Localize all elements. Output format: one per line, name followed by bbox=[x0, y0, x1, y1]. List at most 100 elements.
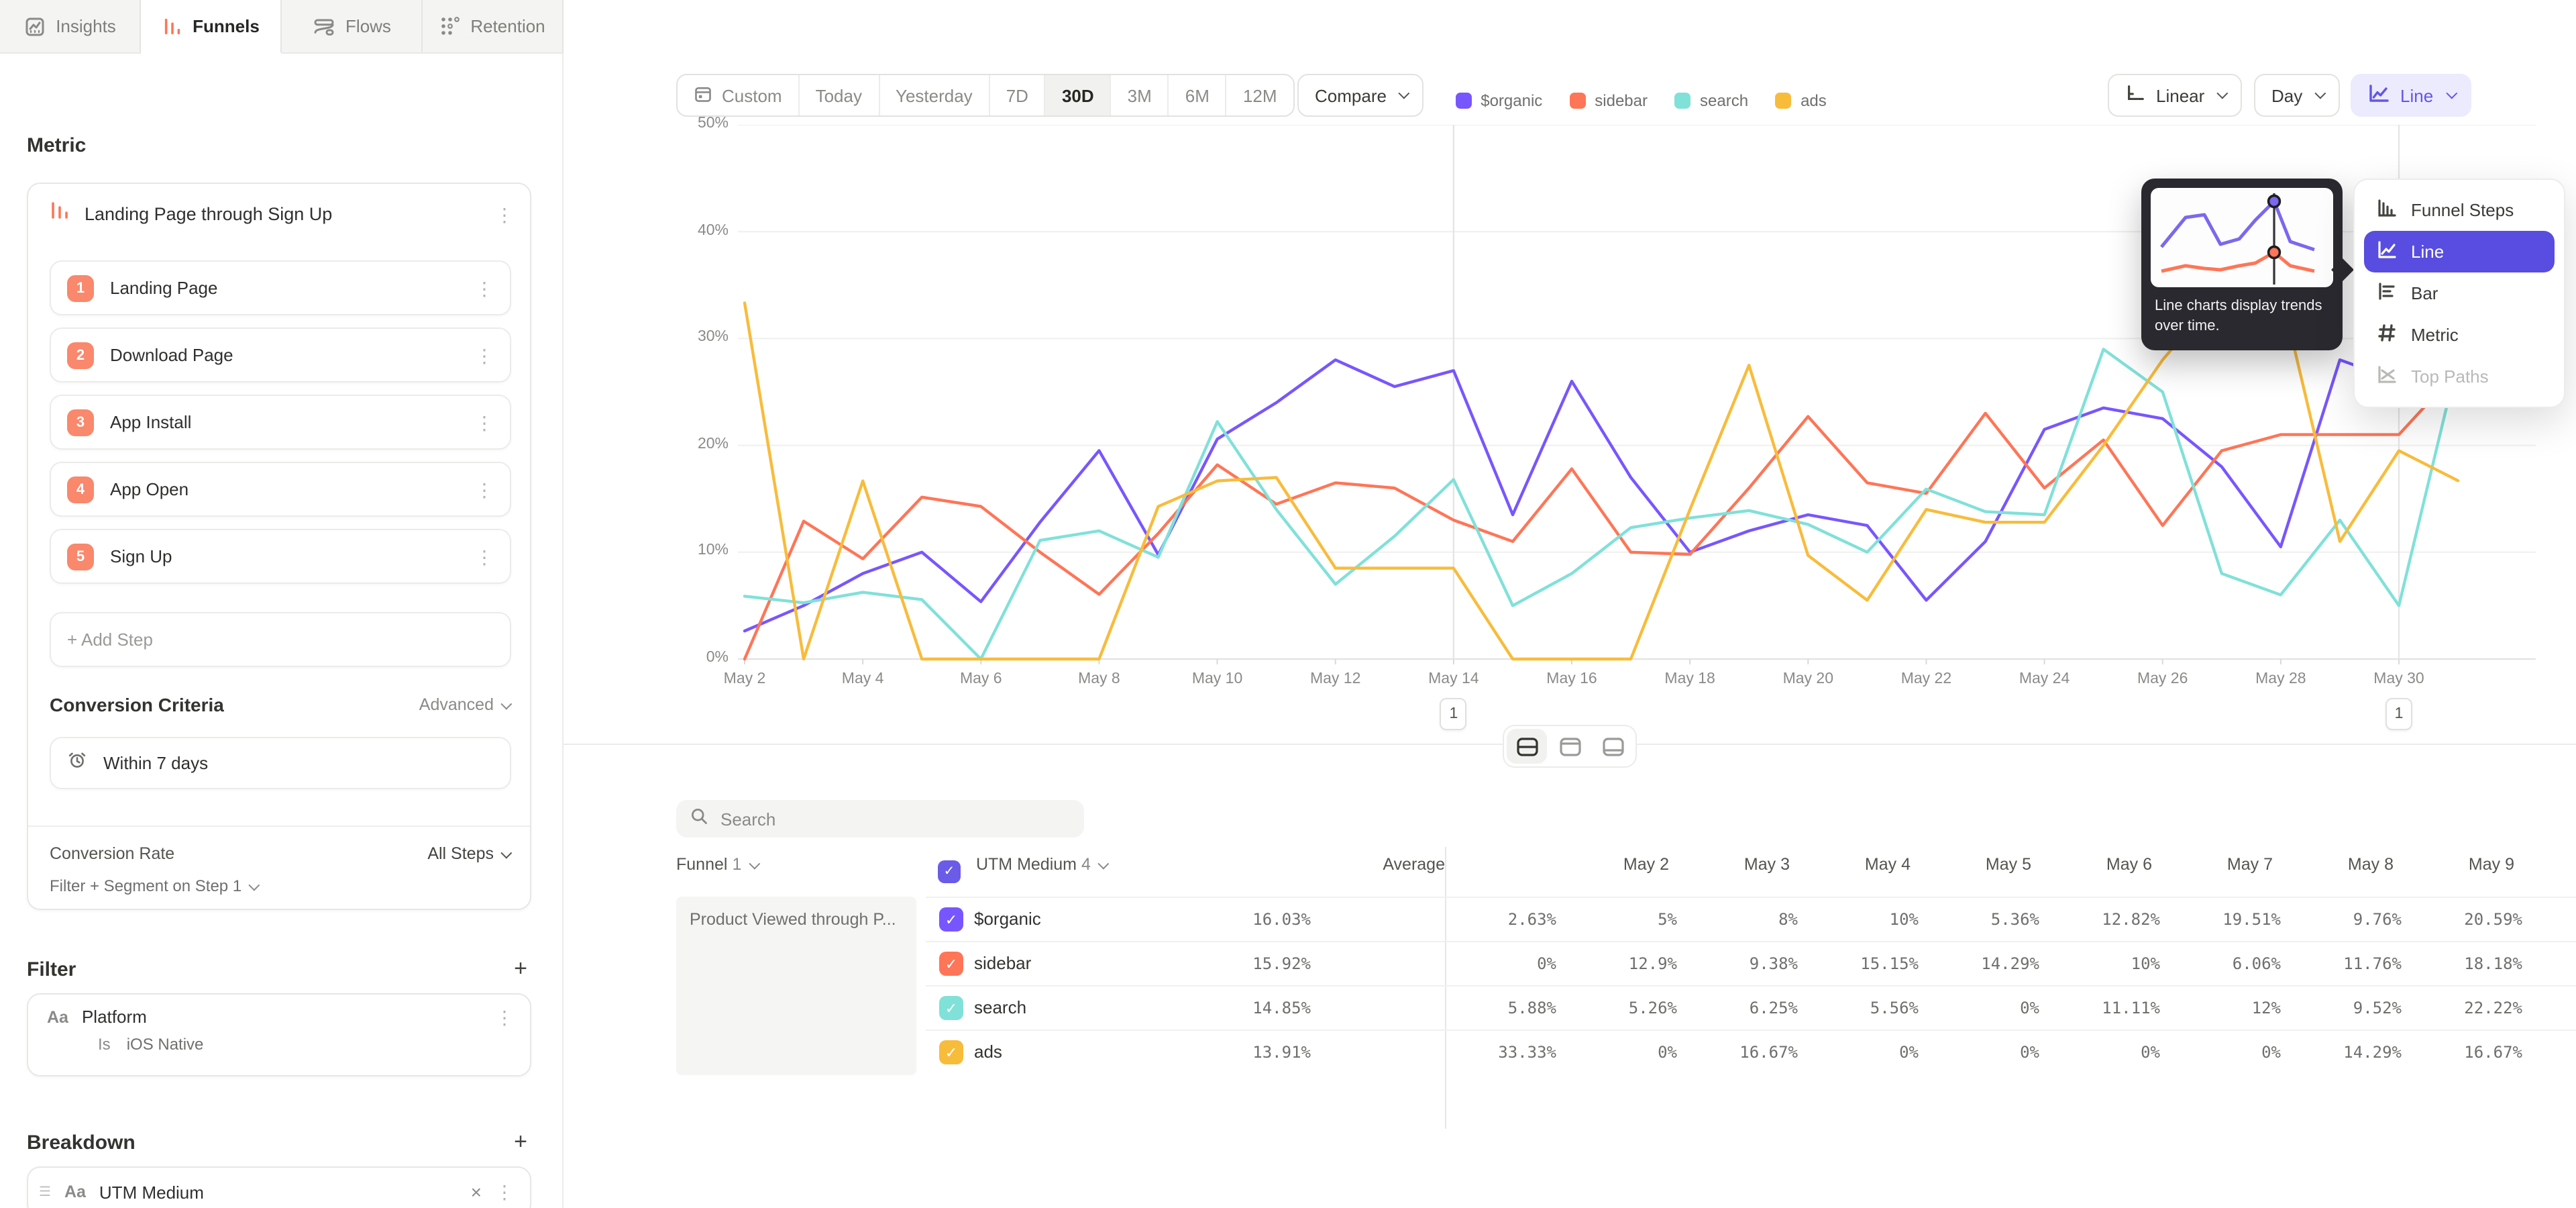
funnel-step-4[interactable]: 4App Open⋮ bbox=[50, 462, 511, 517]
step-number-badge: 2 bbox=[67, 342, 94, 368]
legend-item-search[interactable]: search bbox=[1674, 91, 1748, 110]
average-value: 13.91% bbox=[1252, 1043, 1311, 1062]
chart-type-menu: Funnel StepsLineBarMetricTop Paths bbox=[2353, 179, 2565, 408]
add-step-label: + Add Step bbox=[67, 630, 153, 650]
average-value: 14.85% bbox=[1252, 999, 1311, 1017]
step-kebab-menu[interactable]: ⋮ bbox=[475, 346, 494, 364]
step-kebab-menu[interactable]: ⋮ bbox=[475, 279, 494, 297]
add-breakdown-button[interactable]: + bbox=[514, 1129, 527, 1156]
funnel-cell[interactable]: Product Viewed through P... bbox=[676, 897, 916, 1075]
step-kebab-menu[interactable]: ⋮ bbox=[475, 413, 494, 432]
report-tab-bar: InsightsFunnelsFlows Retention bbox=[0, 0, 564, 54]
row-checkbox[interactable]: ✓ bbox=[939, 1040, 963, 1064]
breakdown-column-dropdown[interactable]: ✓ UTM Medium 4 bbox=[938, 855, 1106, 883]
tooltip-caption: Line charts display trends over time. bbox=[2151, 287, 2333, 340]
step-label: Landing Page bbox=[110, 278, 459, 298]
property-type-icon: Aa bbox=[64, 1182, 86, 1201]
y-axis-labels: 0%10%20%30%40%50% bbox=[637, 125, 729, 659]
breakdown-select-all-checkbox[interactable]: ✓ bbox=[938, 860, 961, 883]
y-tick-label: 40% bbox=[698, 222, 729, 238]
column-header: May 4 bbox=[1865, 855, 1911, 874]
menu-item-line[interactable]: Line bbox=[2364, 231, 2555, 272]
metric-kebab-menu[interactable]: ⋮ bbox=[495, 205, 514, 223]
remove-breakdown-icon[interactable]: × bbox=[471, 1181, 482, 1203]
x-tick-label: May 2 bbox=[724, 671, 766, 687]
legend-item-ads[interactable]: ads bbox=[1775, 91, 1827, 110]
tab-flows[interactable]: Flows bbox=[282, 0, 423, 52]
funnel-step-2[interactable]: 2Download Page⋮ bbox=[50, 328, 511, 383]
layout-chart-only-button[interactable] bbox=[1550, 729, 1590, 764]
row-checkbox[interactable]: ✓ bbox=[939, 907, 963, 932]
annotation-badge[interactable]: 1 bbox=[1440, 698, 1467, 730]
menu-item-bar[interactable]: Bar bbox=[2364, 272, 2555, 314]
filter-operator[interactable]: Is bbox=[98, 1035, 111, 1054]
x-tick-label: May 6 bbox=[960, 671, 1002, 687]
breakdown-kebab-menu[interactable]: ⋮ bbox=[495, 1182, 514, 1201]
funnel-step-3[interactable]: 3App Install⋮ bbox=[50, 395, 511, 450]
filter-card[interactable]: Aa Platform ⋮ Is iOS Native bbox=[27, 993, 531, 1076]
tab-label: Retention bbox=[470, 16, 545, 36]
conversion-window-label: Within 7 days bbox=[103, 753, 494, 773]
legend-item-organic[interactable]: $organic bbox=[1455, 91, 1542, 110]
filter-kebab-menu[interactable]: ⋮ bbox=[495, 1007, 514, 1026]
breakdown-heading: Breakdown bbox=[27, 1131, 136, 1154]
breakdown-card[interactable]: ☰ Aa UTM Medium × ⋮ bbox=[27, 1166, 531, 1208]
y-tick-label: 10% bbox=[698, 543, 729, 559]
legend-swatch bbox=[1674, 93, 1690, 109]
add-step-button[interactable]: + Add Step bbox=[50, 612, 511, 667]
column-header: May 7 bbox=[2227, 855, 2273, 874]
tab-funnels[interactable]: Funnels bbox=[141, 0, 282, 54]
row-checkbox[interactable]: ✓ bbox=[939, 996, 963, 1020]
tab-insights[interactable]: Insights bbox=[0, 0, 141, 52]
legend-label: search bbox=[1700, 91, 1748, 110]
property-type-icon: Aa bbox=[47, 1007, 68, 1026]
cell-value: 15.15% bbox=[1860, 954, 1919, 973]
drag-handle-icon[interactable]: ☰ bbox=[39, 1185, 51, 1199]
row-checkbox[interactable]: ✓ bbox=[939, 952, 963, 976]
menu-item-funnel-steps[interactable]: Funnel Steps bbox=[2364, 189, 2555, 231]
legend-item-sidebar[interactable]: sidebar bbox=[1569, 91, 1648, 110]
step-label: Sign Up bbox=[110, 546, 459, 566]
cell-value: 0% bbox=[2020, 1043, 2039, 1062]
cell-value: 2.63% bbox=[1508, 910, 1556, 929]
step-number-badge: 3 bbox=[67, 409, 94, 436]
conversion-window[interactable]: Within 7 days bbox=[50, 737, 511, 789]
search-icon bbox=[690, 806, 708, 832]
step-kebab-menu[interactable]: ⋮ bbox=[475, 480, 494, 499]
cell-value: 12.9% bbox=[1629, 954, 1677, 973]
cell-value: 19.51% bbox=[2222, 910, 2281, 929]
table-row-ads: ✓ads13.91%33.33%0%16.67%0%0%0%0%14.29%16… bbox=[926, 1029, 2576, 1074]
y-tick-label: 50% bbox=[698, 115, 729, 132]
metric-heading: Metric bbox=[27, 134, 86, 157]
add-filter-button[interactable]: + bbox=[514, 956, 527, 983]
conversion-rate-dropdown[interactable]: All Steps bbox=[427, 844, 508, 863]
search-input[interactable] bbox=[720, 809, 1071, 829]
cell-value: 18.18% bbox=[2464, 954, 2522, 973]
chart-type-tooltip: Line charts display trends over time. bbox=[2141, 179, 2343, 350]
filter-segment-dropdown[interactable]: Filter + Segment on Step 1 bbox=[50, 876, 256, 895]
breakdown-property: UTM Medium bbox=[99, 1182, 458, 1202]
funnel-step-5[interactable]: 5 Sign Up ⋮ bbox=[50, 529, 511, 584]
x-tick-label: May 24 bbox=[2019, 671, 2070, 687]
layout-split-button[interactable] bbox=[1507, 729, 1547, 764]
funnel-step-1[interactable]: 1Landing Page⋮ bbox=[50, 260, 511, 315]
funnel-column-dropdown[interactable]: Funnel 1 bbox=[676, 855, 756, 874]
metric-card: Landing Page through Sign Up ⋮ 1Landing … bbox=[27, 183, 531, 910]
legend-swatch bbox=[1455, 93, 1471, 109]
bar-chart-icon bbox=[2376, 281, 2398, 306]
step-number-badge: 5 bbox=[67, 543, 94, 570]
cell-value: 0% bbox=[2141, 1043, 2160, 1062]
menu-item-metric[interactable]: Metric bbox=[2364, 314, 2555, 356]
conversion-mode-dropdown[interactable]: Advanced bbox=[419, 695, 508, 714]
layout-table-only-button[interactable] bbox=[1593, 729, 1633, 764]
step-label: App Open bbox=[110, 479, 459, 499]
legend-swatch bbox=[1569, 93, 1585, 109]
annotation-badge[interactable]: 1 bbox=[2385, 698, 2412, 730]
cell-value: 10% bbox=[2131, 954, 2160, 973]
filter-value[interactable]: iOS Native bbox=[127, 1035, 204, 1054]
funnels-icon bbox=[162, 15, 182, 37]
step-kebab-menu[interactable]: ⋮ bbox=[475, 547, 494, 566]
conversion-criteria-heading: Conversion Criteria bbox=[50, 694, 224, 715]
tab-retention[interactable]: Retention bbox=[423, 0, 564, 52]
menu-item-top-paths: Top Paths bbox=[2364, 356, 2555, 397]
